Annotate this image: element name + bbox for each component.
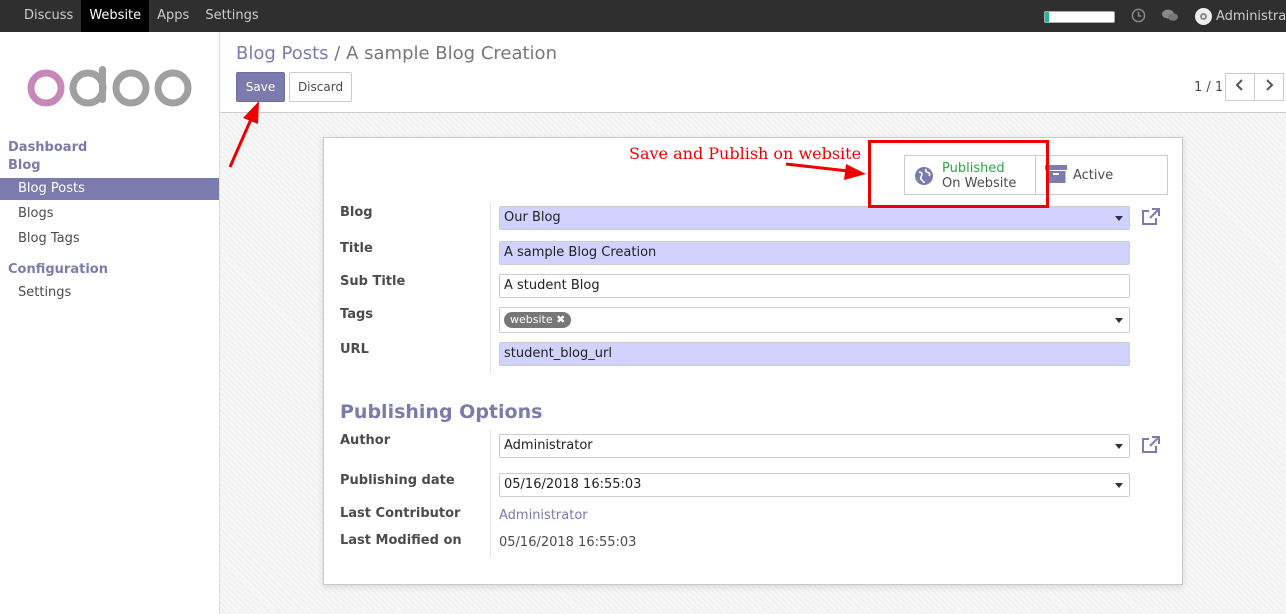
chat-icon[interactable] — [1161, 8, 1179, 27]
sidebar: Dashboard Blog Blog Posts Blogs Blog Tag… — [0, 32, 220, 614]
user-name: Administrator — [1216, 8, 1286, 24]
odoo-logo[interactable] — [26, 66, 194, 114]
url-label: URL — [340, 342, 369, 357]
onboarding-progress-bar[interactable] — [1044, 11, 1115, 23]
chevron-down-icon[interactable] — [1115, 318, 1123, 323]
breadcrumb-current: A sample Blog Creation — [346, 43, 557, 64]
top-navbar: Discuss Website Apps Settings Administra… — [0, 0, 1286, 32]
publishing-date-input[interactable]: 05/16/2018 16:55:03 — [499, 473, 1130, 497]
chevron-right-icon — [1266, 79, 1274, 91]
sidebar-item-blog-tags[interactable]: Blog Tags — [0, 228, 219, 250]
author-value: Administrator — [504, 438, 593, 453]
subtitle-input[interactable]: A student Blog — [499, 274, 1130, 298]
group-separator — [490, 202, 491, 374]
sidebar-item-blog-posts[interactable]: Blog Posts — [0, 178, 219, 200]
sidebar-section-dashboard[interactable]: Dashboard — [8, 140, 87, 155]
chevron-down-icon[interactable] — [1115, 444, 1123, 449]
menu-apps[interactable]: Apps — [149, 0, 197, 32]
pager-value[interactable]: 1 / 1 — [1194, 80, 1223, 95]
author-select[interactable]: Administrator — [499, 434, 1130, 458]
sidebar-item-blogs[interactable]: Blogs — [0, 203, 219, 225]
discard-button[interactable]: Discard — [289, 72, 352, 102]
annotation-highlight-box — [868, 140, 1049, 208]
external-link-icon[interactable] — [1141, 208, 1160, 230]
progress-fill — [1045, 12, 1050, 22]
tag-badge: website ✖ — [504, 312, 572, 328]
chevron-left-icon — [1235, 79, 1243, 91]
breadcrumb-blog-posts[interactable]: Blog Posts — [236, 43, 329, 64]
last-contributor-label: Last Contributor — [340, 506, 461, 521]
publishing-options-heading: Publishing Options — [340, 401, 543, 423]
last-modified-label: Last Modified on — [340, 533, 462, 548]
tag-remove-icon[interactable]: ✖ — [556, 313, 565, 326]
pager-previous-button[interactable] — [1225, 73, 1255, 101]
external-link-icon[interactable] — [1141, 436, 1160, 458]
publishing-date-value: 05/16/2018 16:55:03 — [504, 477, 642, 492]
tag-label: website — [510, 313, 553, 326]
chevron-down-icon[interactable] — [1115, 216, 1123, 221]
blog-label: Blog — [340, 205, 373, 220]
menu-discuss[interactable]: Discuss — [16, 0, 81, 32]
breadcrumb-separator: / — [334, 43, 341, 64]
user-menu[interactable]: Administrator — [1195, 0, 1286, 32]
clock-icon[interactable] — [1131, 8, 1146, 27]
tags-input[interactable]: website ✖ — [499, 307, 1130, 333]
group-separator — [490, 430, 491, 558]
blog-value: Our Blog — [504, 210, 561, 225]
active-status: Active — [1073, 168, 1114, 183]
save-button[interactable]: Save — [236, 72, 285, 102]
title-input[interactable]: A sample Blog Creation — [499, 241, 1130, 265]
publishing-date-label: Publishing date — [340, 473, 455, 488]
avatar — [1195, 7, 1212, 25]
control-panel: Blog Posts / A sample Blog Creation Save… — [220, 32, 1286, 113]
annotation-text: Save and Publish on website — [629, 144, 862, 163]
last-modified-value: 05/16/2018 16:55:03 — [499, 535, 637, 550]
subtitle-label: Sub Title — [340, 274, 406, 289]
menu-website[interactable]: Website — [81, 0, 150, 32]
active-toggle-button[interactable]: Active — [1035, 155, 1168, 195]
author-label: Author — [340, 433, 391, 448]
breadcrumb: Blog Posts / A sample Blog Creation — [236, 43, 557, 64]
title-label: Title — [340, 241, 373, 256]
app-menu: Discuss Website Apps Settings — [16, 0, 267, 32]
menu-settings[interactable]: Settings — [197, 0, 266, 32]
sidebar-section-blog[interactable]: Blog — [8, 158, 41, 173]
sidebar-item-settings[interactable]: Settings — [0, 282, 219, 304]
url-input[interactable]: student_blog_url — [499, 342, 1130, 366]
pager-next-button[interactable] — [1254, 73, 1284, 101]
blog-select[interactable]: Our Blog — [499, 206, 1130, 230]
sidebar-section-configuration[interactable]: Configuration — [8, 262, 108, 277]
last-contributor-link[interactable]: Administrator — [499, 508, 588, 523]
tags-label: Tags — [340, 307, 374, 322]
form-sheet: Published On Website Active Blog Our Blo… — [323, 137, 1183, 585]
chevron-down-icon[interactable] — [1115, 483, 1123, 488]
